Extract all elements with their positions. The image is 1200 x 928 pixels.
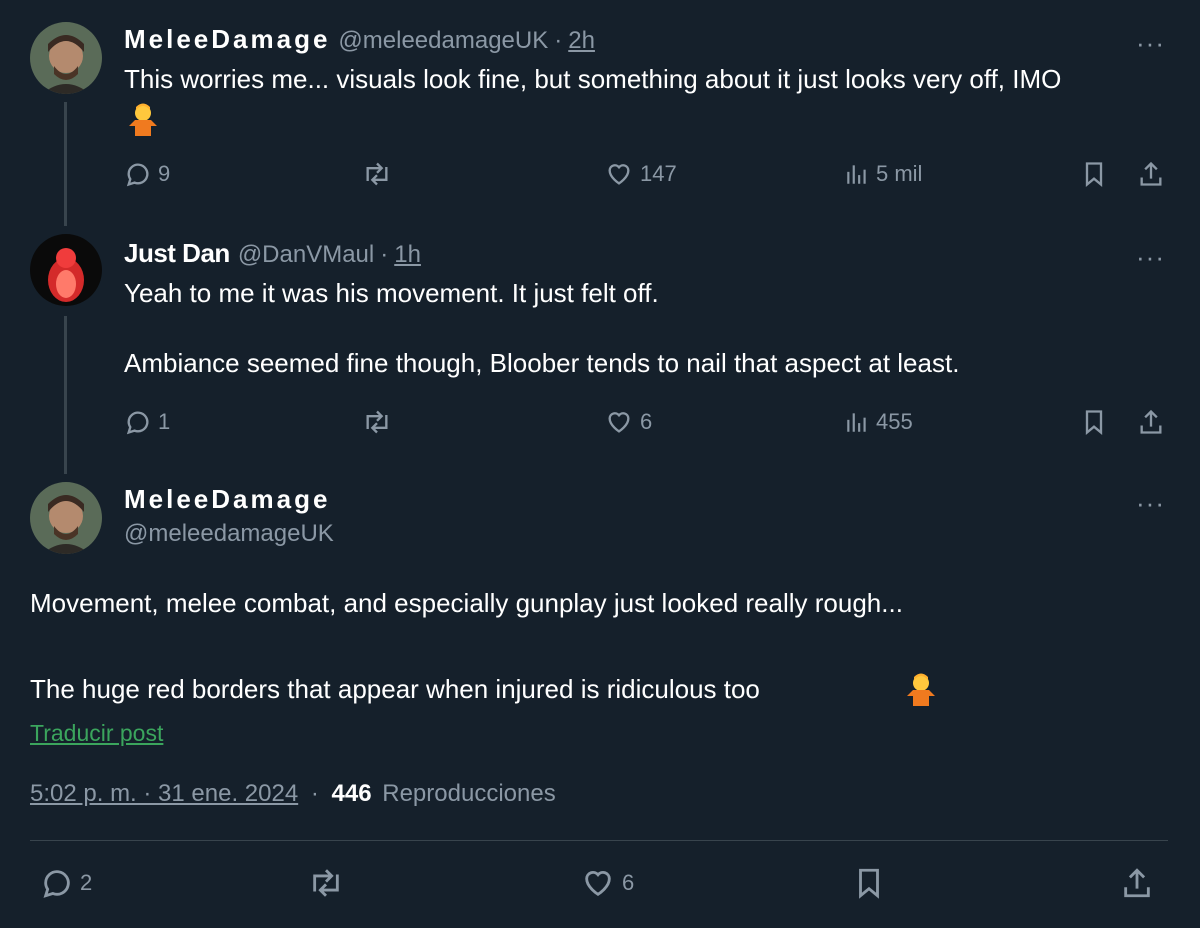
views-button[interactable]: 455 (844, 408, 913, 436)
post-timestamp[interactable]: 5:02 p. m. · 31 ene. 2024 (30, 780, 298, 807)
reply-button[interactable]: 9 (124, 160, 170, 188)
bookmark-button[interactable] (1080, 160, 1108, 188)
bookmark-icon (1085, 410, 1103, 435)
user-handle[interactable]: @meleedamageUK (124, 520, 334, 548)
repost-icon (313, 869, 339, 897)
tweet-actions: 1 6 455 (124, 404, 1174, 444)
reply-count: 1 (158, 409, 171, 434)
thread-line (64, 316, 67, 474)
separator: · (310, 780, 319, 807)
repost-button[interactable] (306, 866, 346, 900)
more-options-icon[interactable]: ··· (1136, 244, 1165, 270)
thread-line (64, 102, 67, 226)
analytics-icon (847, 413, 866, 432)
reply-count: 2 (80, 870, 93, 895)
tweet-actions: 9 147 5 mil (124, 156, 1174, 196)
bookmark-icon (859, 868, 879, 899)
post-time[interactable]: 1h (394, 241, 421, 269)
like-button[interactable]: 6 (604, 408, 652, 436)
share-icon (1124, 868, 1150, 898)
like-count: 147 (640, 161, 677, 186)
divider (30, 840, 1168, 841)
reply-icon (126, 163, 149, 187)
heart-icon (608, 164, 630, 185)
user-handle[interactable]: @meleedamageUK (338, 27, 548, 55)
share-icon (1140, 161, 1162, 186)
like-count: 6 (640, 409, 653, 434)
more-options-icon[interactable]: ··· (1136, 30, 1165, 56)
tweet-text: Yeah to me it was his movement. It just … (124, 278, 659, 308)
reply-icon (43, 870, 70, 898)
reply-icon (126, 411, 149, 435)
share-button[interactable] (1136, 408, 1166, 436)
reply-button[interactable]: 1 (124, 408, 170, 436)
like-count: 6 (622, 870, 635, 895)
person-shrugging-emoji (126, 102, 160, 141)
bookmark-icon (1085, 162, 1103, 187)
tweet-text: Ambiance seemed fine though, Bloober ten… (124, 348, 960, 378)
reply-button[interactable]: 2 (40, 866, 92, 900)
avatar[interactable] (30, 22, 102, 94)
repost-button[interactable] (360, 408, 394, 436)
more-options-icon[interactable]: ··· (1136, 490, 1165, 516)
bookmark-button[interactable] (852, 866, 886, 900)
person-shrugging-emoji (904, 672, 938, 714)
tweet-text: The huge red borders that appear when in… (30, 672, 935, 706)
avatar[interactable] (30, 234, 102, 306)
tweet-text: This worries me... visuals look fine, bu… (124, 64, 1062, 94)
separator: · (380, 241, 389, 268)
views-count: 5 mil (876, 161, 923, 186)
views-count: 446 (331, 780, 372, 807)
heart-icon (585, 871, 611, 897)
bookmark-button[interactable] (1080, 408, 1108, 436)
tweet-text: Movement, melee combat, and especially g… (30, 588, 903, 618)
post-time[interactable]: 2h (568, 27, 595, 55)
avatar[interactable] (30, 482, 102, 554)
views-label: Reproducciones (382, 780, 556, 807)
views-button[interactable]: 5 mil (844, 160, 922, 188)
heart-icon (608, 412, 630, 433)
display-name[interactable]: MeleeDamage (124, 24, 330, 55)
reply-count: 9 (158, 161, 171, 186)
repost-icon (366, 162, 388, 186)
analytics-icon (847, 165, 866, 184)
like-button[interactable]: 6 (580, 866, 634, 900)
main-tweet-actions: 2 6 (30, 864, 1170, 904)
tweet-header: Just Dan @DanVMaul · 1h (124, 238, 421, 269)
share-icon (1140, 409, 1162, 434)
separator: · (554, 27, 563, 54)
display-name[interactable]: Just Dan (124, 238, 230, 269)
views-count: 455 (876, 409, 913, 434)
share-button[interactable] (1136, 160, 1166, 188)
like-button[interactable]: 147 (604, 160, 677, 188)
share-button[interactable] (1120, 866, 1154, 900)
tweet-header: MeleeDamage (124, 484, 330, 515)
user-handle[interactable]: @DanVMaul (238, 241, 374, 269)
post-metadata: 5:02 p. m. · 31 ene. 2024 · 446 Reproduc… (30, 780, 556, 808)
repost-icon (366, 410, 388, 434)
display-name[interactable]: MeleeDamage (124, 484, 330, 515)
translate-post-link[interactable]: Traducir post (30, 720, 163, 747)
tweet-header: MeleeDamage @meleedamageUK · 2h (124, 24, 595, 55)
repost-button[interactable] (360, 160, 394, 188)
